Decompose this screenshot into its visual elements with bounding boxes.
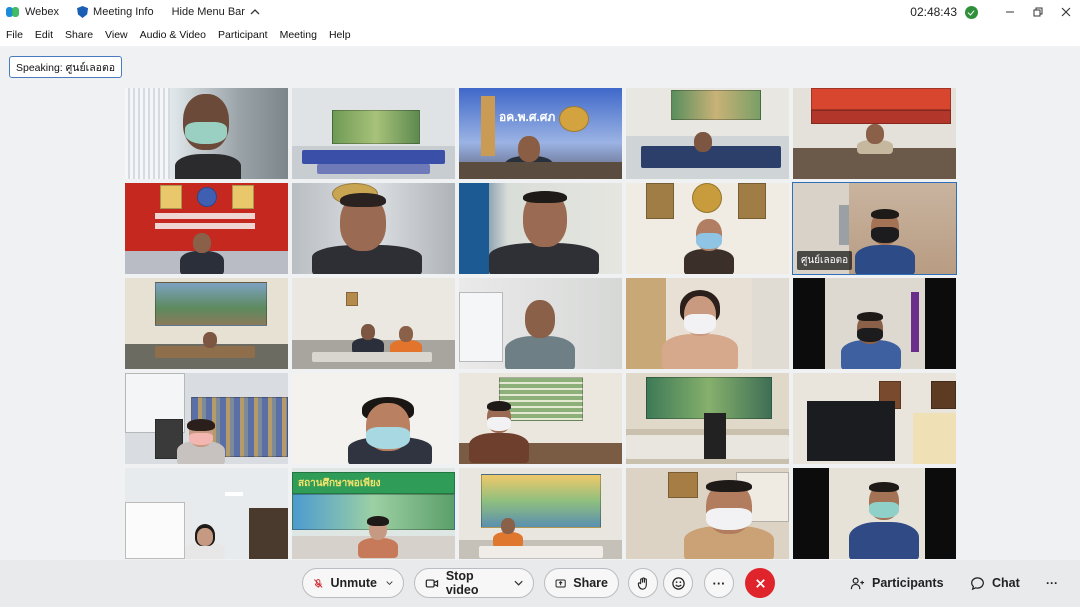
menu-participant[interactable]: Participant [218,29,268,41]
stop-video-label: Stop video [445,569,479,597]
video-tile[interactable] [459,373,622,464]
webex-logo-icon [6,6,20,18]
raise-hand-button[interactable] [628,568,658,598]
video-tile[interactable] [626,468,789,559]
video-tile[interactable] [292,88,455,179]
unmute-button[interactable]: Unmute [302,568,404,598]
video-tile[interactable] [125,468,288,559]
menu-audio-video[interactable]: Audio & Video [140,29,206,41]
participants-icon [850,577,865,589]
active-speaker-badge: Speaking: ศูนย์เลอตอ [9,56,123,78]
video-tile[interactable]: อค.พ.ศ.ศภ [459,88,622,179]
app-title: Webex [6,6,59,18]
menu-share[interactable]: Share [65,29,93,41]
close-icon [755,578,765,588]
video-tile[interactable] [125,88,288,179]
video-tile[interactable] [626,373,789,464]
chat-label: Chat [992,576,1020,590]
video-tile[interactable] [626,88,789,179]
meeting-controls-bar: Unmute Stop video Share ··· Participants… [0,560,1080,607]
share-label: Share [573,576,608,590]
chevron-down-icon [514,580,523,586]
menu-view[interactable]: View [105,29,128,41]
menu-meeting[interactable]: Meeting [280,29,317,41]
hide-menu-bar-button[interactable]: Hide Menu Bar [172,6,260,18]
overflow-menu-icon: ··· [1046,576,1058,590]
share-screen-icon [555,578,566,588]
participant-name-label: ศูนย์เลอตอ [797,251,853,270]
video-tile[interactable] [125,373,288,464]
video-tile[interactable] [626,183,789,274]
video-tile-active-speaker[interactable]: ศูนย์เลอตอ [792,182,957,275]
video-tile[interactable] [292,183,455,274]
more-options-button[interactable]: ··· [704,568,734,598]
app-name: Webex [25,6,60,18]
close-icon [1061,7,1071,17]
microphone-muted-icon [313,578,323,588]
video-tile[interactable] [459,278,622,369]
video-tile[interactable]: สถานศึกษาพอเพียง [292,468,455,559]
video-tile[interactable] [125,278,288,369]
stop-video-button[interactable]: Stop video [414,568,534,598]
video-tile[interactable] [459,468,622,559]
video-tile[interactable] [292,373,455,464]
video-tile[interactable] [292,278,455,369]
raise-hand-icon [637,576,647,590]
video-tile[interactable] [793,468,956,559]
meeting-info-button[interactable]: Meeting Info [77,6,154,18]
minimize-icon [1006,11,1014,13]
title-bar: Webex Meeting Info Hide Menu Bar 02:48:4… [0,0,1080,24]
menu-file[interactable]: File [6,29,23,41]
video-tile[interactable] [626,278,789,369]
share-button[interactable]: Share [544,568,619,598]
menu-help[interactable]: Help [329,29,351,41]
meeting-info-label: Meeting Info [93,6,154,18]
chat-bubble-icon [971,576,984,590]
overflow-menu-button[interactable]: ··· [1046,568,1058,598]
chevron-up-icon [250,9,260,15]
restore-icon [1033,7,1043,17]
smiley-face-icon [671,576,685,590]
minimize-button[interactable] [998,0,1022,24]
participants-label: Participants [872,576,944,590]
hide-menu-bar-label: Hide Menu Bar [171,6,245,18]
end-meeting-button[interactable] [745,568,775,598]
video-tile[interactable] [459,183,622,274]
video-tile[interactable] [793,373,956,464]
video-tile[interactable] [793,278,956,369]
video-camera-icon [425,578,439,588]
reactions-button[interactable] [663,568,693,598]
chat-button[interactable]: Chat [970,568,1020,598]
video-tile[interactable] [125,183,288,274]
shield-icon [77,6,89,18]
close-button[interactable] [1054,0,1078,24]
more-options-icon: ··· [712,575,726,591]
unmute-label: Unmute [330,576,378,590]
meeting-clock: 02:48:43 [910,5,957,19]
menu-bar: File Edit Share View Audio & Video Parti… [0,24,1080,46]
connection-status-icon [965,5,978,19]
menu-edit[interactable]: Edit [35,29,53,41]
chevron-down-icon [386,581,393,586]
participants-button[interactable]: Participants [850,568,944,598]
restore-button[interactable] [1026,0,1050,24]
video-grid: อค.พ.ศ.ศภ ศูนย์เลอตอ สถานศึกษาพอเพียง [125,88,957,559]
video-tile[interactable] [793,88,956,179]
